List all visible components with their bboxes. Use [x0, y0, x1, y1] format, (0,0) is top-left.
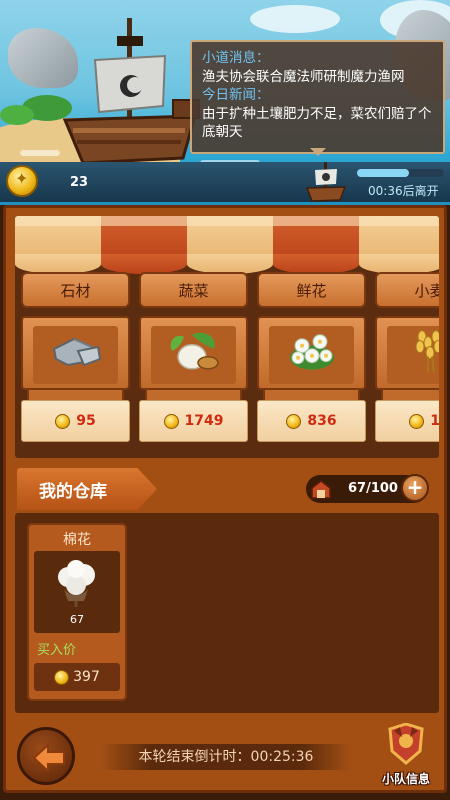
wave: [20, 150, 60, 156]
team-info-label: 小队信息: [381, 772, 430, 786]
back-arrow-icon: [32, 743, 65, 773]
bottom-bar: 本轮结束倒计时：00:25:36 小队信息: [6, 721, 444, 791]
today-news-text: 由于扩种土壤肥力不足，菜农们赔了个底朝天: [202, 105, 432, 141]
buy-price-label: 买入价: [37, 643, 77, 658]
price-value: 95: [76, 413, 96, 429]
coin-icon: [286, 413, 302, 429]
back-button[interactable]: [17, 727, 75, 785]
coin-icon: [409, 413, 425, 429]
vegetable-icon: [170, 332, 219, 370]
price-value: 836: [307, 413, 337, 429]
ship-status-icon: [305, 162, 347, 202]
item-display: [139, 316, 248, 390]
expand-capacity-button[interactable]: +: [401, 474, 429, 502]
coin-icon: [163, 413, 179, 429]
flower-icon: [289, 334, 334, 370]
item-name: 棉花: [63, 532, 91, 548]
rumor-label: 小道消息：: [202, 50, 270, 66]
item-price: 18: [375, 400, 439, 442]
item-slot: 67: [34, 551, 120, 633]
item-quantity: 67: [70, 613, 84, 626]
market-stall: 石材 95 蔬菜 1749 鲜花 836 小麦 1: [15, 216, 439, 458]
rumor-text: 渔夫协会联合魔法师研制魔力渔网: [202, 68, 405, 85]
capacity-value: 67/100: [348, 481, 398, 496]
item-name: 石材: [21, 272, 130, 308]
harbor-scene: 小道消息： 渔夫协会联合魔法师研制魔力渔网 今日新闻： 由于扩种土壤肥力不足，菜…: [0, 0, 450, 205]
price-value: 18: [430, 413, 439, 429]
departure-timer: 00:36后离开: [368, 184, 439, 198]
stone-icon: [52, 337, 101, 367]
price-value: 1749: [184, 413, 224, 429]
coin-icon: [6, 165, 38, 197]
coin-icon: [55, 413, 71, 429]
wheat-icon: [415, 330, 439, 373]
stall-leg: [381, 390, 439, 400]
warehouse-title: 我的仓库: [39, 481, 107, 502]
bush: [0, 105, 34, 125]
item-name: 鲜花: [257, 272, 366, 308]
item-name: 小麦: [375, 272, 439, 308]
market-item-wheat[interactable]: 小麦 18: [375, 272, 439, 442]
main-panel: 石材 95 蔬菜 1749 鲜花 836 小麦 1 我的仓库 67/100 + …: [3, 205, 447, 793]
cotton-icon: [58, 560, 95, 607]
warehouse-item-cotton[interactable]: 棉花 67 买入价 397: [27, 523, 127, 701]
buy-price-value: 397: [73, 669, 100, 685]
awning-edge: [15, 216, 439, 226]
item-price: 836: [257, 400, 366, 442]
team-shield-icon: [388, 723, 424, 765]
stall-leg: [27, 390, 124, 400]
item-display: [21, 316, 130, 390]
round-countdown: 本轮结束倒计时：00:25:36: [101, 744, 351, 770]
warehouse-icon: [311, 480, 331, 499]
buy-price: 397: [34, 663, 120, 691]
item-price: 95: [21, 400, 130, 442]
news-bubble-tail: [310, 148, 326, 156]
cloud: [250, 5, 340, 33]
item-name: 蔬菜: [139, 272, 248, 308]
warehouse-title-banner: 我的仓库: [17, 468, 157, 510]
today-news-label: 今日新闻：: [202, 87, 270, 103]
pirate-ship-icon[interactable]: [55, 8, 205, 173]
departure-progress-fill: [357, 169, 410, 177]
coin-count: 23: [70, 175, 89, 190]
departure-progress-bar: [357, 169, 444, 177]
stall-leg: [145, 390, 242, 400]
item-display: [375, 316, 439, 390]
news-panel: 小道消息： 渔夫协会联合魔法师研制魔力渔网 今日新闻： 由于扩种土壤肥力不足，菜…: [190, 40, 445, 154]
market-item-list: 石材 95 蔬菜 1749 鲜花 836 小麦 1: [21, 272, 439, 442]
coin-icon: [54, 669, 70, 685]
warehouse-item-list: 棉花 67 买入价 397: [15, 513, 439, 713]
item-price: 1749: [139, 400, 248, 442]
market-item-vegetable[interactable]: 蔬菜 1749: [139, 272, 248, 442]
team-info-button[interactable]: 小队信息: [371, 721, 441, 787]
market-item-stone[interactable]: 石材 95: [21, 272, 130, 442]
item-display: [257, 316, 366, 390]
market-item-flower[interactable]: 鲜花 836: [257, 272, 366, 442]
stall-leg: [263, 390, 360, 400]
